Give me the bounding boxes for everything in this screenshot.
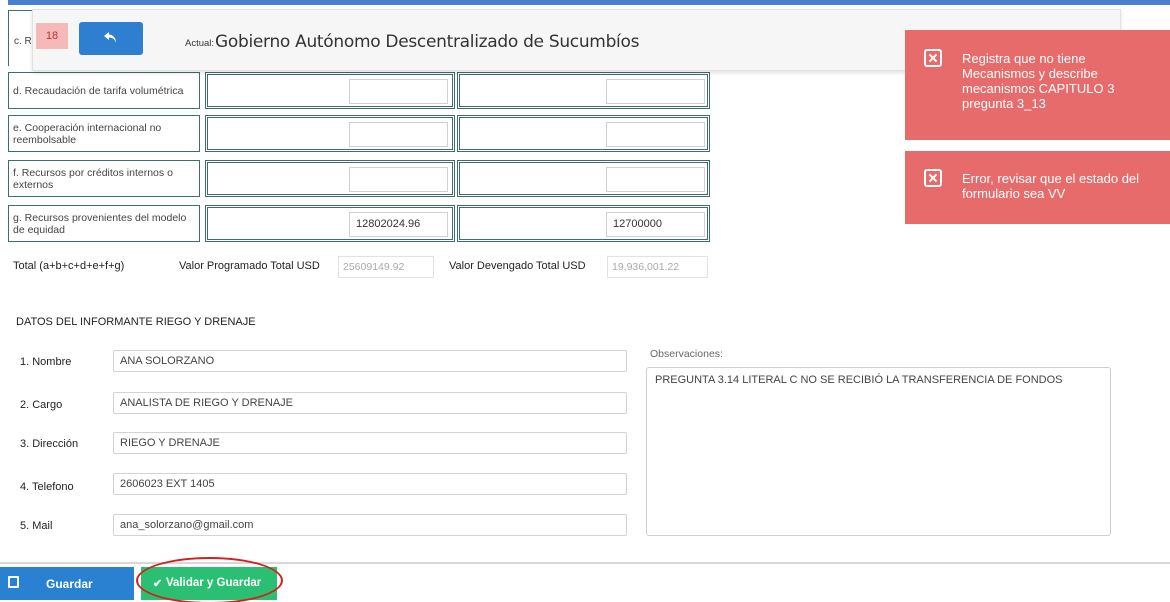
save-icon (8, 576, 19, 588)
funding-row-label: f. Recursos por créditos internos o exte… (8, 160, 200, 197)
field-label-direccion: 3. Dirección (20, 438, 79, 450)
mail-input[interactable]: ana_solorzano@gmail.com (113, 514, 627, 536)
devengado-total-label: Valor Devengado Total USD (449, 260, 586, 272)
hidden-row-label: c. R (14, 36, 32, 47)
devengado-cell (457, 160, 710, 197)
devengado-cell (457, 72, 710, 109)
funding-row-label: g. Recursos provenientes del modelo de e… (8, 205, 200, 242)
funding-row: f. Recursos por créditos internos o exte… (8, 160, 710, 197)
toast-message: Error, revisar que el estado del formula… (962, 171, 1140, 201)
toast-message: Registra que no tiene Mecanismos y descr… (962, 51, 1115, 111)
devengado-cell: 12700000 (457, 205, 710, 242)
nombre-input[interactable]: ANA SOLORZANO (113, 350, 627, 372)
guardar-button[interactable]: Guardar (0, 567, 134, 600)
field-label-telefono: 4. Telefono (20, 481, 74, 493)
back-arrow-icon (104, 32, 116, 43)
programado-total-field[interactable]: 25609149.92 (338, 256, 434, 278)
total-label: Total (a+b+c+d+e+f+g) (13, 260, 125, 272)
programado-input[interactable] (349, 167, 448, 192)
top-accent-bar (8, 0, 1170, 5)
close-icon[interactable] (924, 49, 942, 67)
programado-cell (205, 160, 455, 197)
devengado-input[interactable]: 12700000 (606, 212, 705, 237)
funding-row: e. Cooperación internacional no reembols… (8, 115, 710, 152)
programado-cell (205, 72, 455, 109)
totals-row: Total (a+b+c+d+e+f+g) Valor Programado T… (13, 256, 713, 278)
devengado-cell (457, 115, 710, 152)
guardar-label: Guardar (46, 577, 93, 591)
field-label-mail: 5. Mail (20, 520, 53, 532)
back-button[interactable] (79, 22, 143, 55)
observaciones-textarea[interactable]: PREGUNTA 3.14 LITERAL C NO SE RECIBIÓ LA… (646, 367, 1111, 536)
counter-badge: 18 (36, 23, 68, 49)
funding-row: d. Recaudación de tarifa volumétrica (8, 72, 710, 109)
devengado-input[interactable] (606, 79, 705, 104)
programado-input[interactable]: 12802024.96 (349, 212, 448, 237)
highlight-annotation (136, 557, 283, 602)
error-toast[interactable]: Error, revisar que el estado del formula… (905, 151, 1170, 224)
devengado-input[interactable] (606, 167, 705, 192)
programado-total-label: Valor Programado Total USD (179, 260, 320, 272)
programado-cell (205, 115, 455, 152)
direccion-input[interactable]: RIEGO Y DRENAJE (113, 432, 627, 454)
actual-label: Actual: (185, 38, 215, 49)
funding-row: g. Recursos provenientes del modelo de e… (8, 205, 710, 242)
funding-row-label: e. Cooperación internacional no reembols… (8, 115, 200, 152)
devengado-total-field[interactable]: 19,936,001.22 (607, 256, 708, 278)
observaciones-label: Observaciones: (650, 348, 723, 360)
close-icon[interactable] (924, 169, 942, 187)
field-label-nombre: 1. Nombre (20, 356, 72, 368)
programado-cell: 12802024.96 (205, 205, 455, 242)
cargo-input[interactable]: ANALISTA DE RIEGO Y DRENAJE (113, 392, 627, 414)
devengado-input[interactable] (606, 122, 705, 147)
field-label-cargo: 2. Cargo (20, 399, 63, 411)
error-toast[interactable]: Registra que no tiene Mecanismos y descr… (905, 30, 1170, 140)
programado-input[interactable] (349, 122, 448, 147)
section-title: DATOS DEL INFORMANTE RIEGO Y DRENAJE (16, 316, 256, 328)
telefono-input[interactable]: 2606023 EXT 1405 (113, 473, 627, 495)
programado-input[interactable] (349, 79, 448, 104)
funding-row-label: d. Recaudación de tarifa volumétrica (8, 72, 200, 109)
actual-entity-name: Gobierno Autónomo Descentralizado de Suc… (215, 32, 640, 52)
